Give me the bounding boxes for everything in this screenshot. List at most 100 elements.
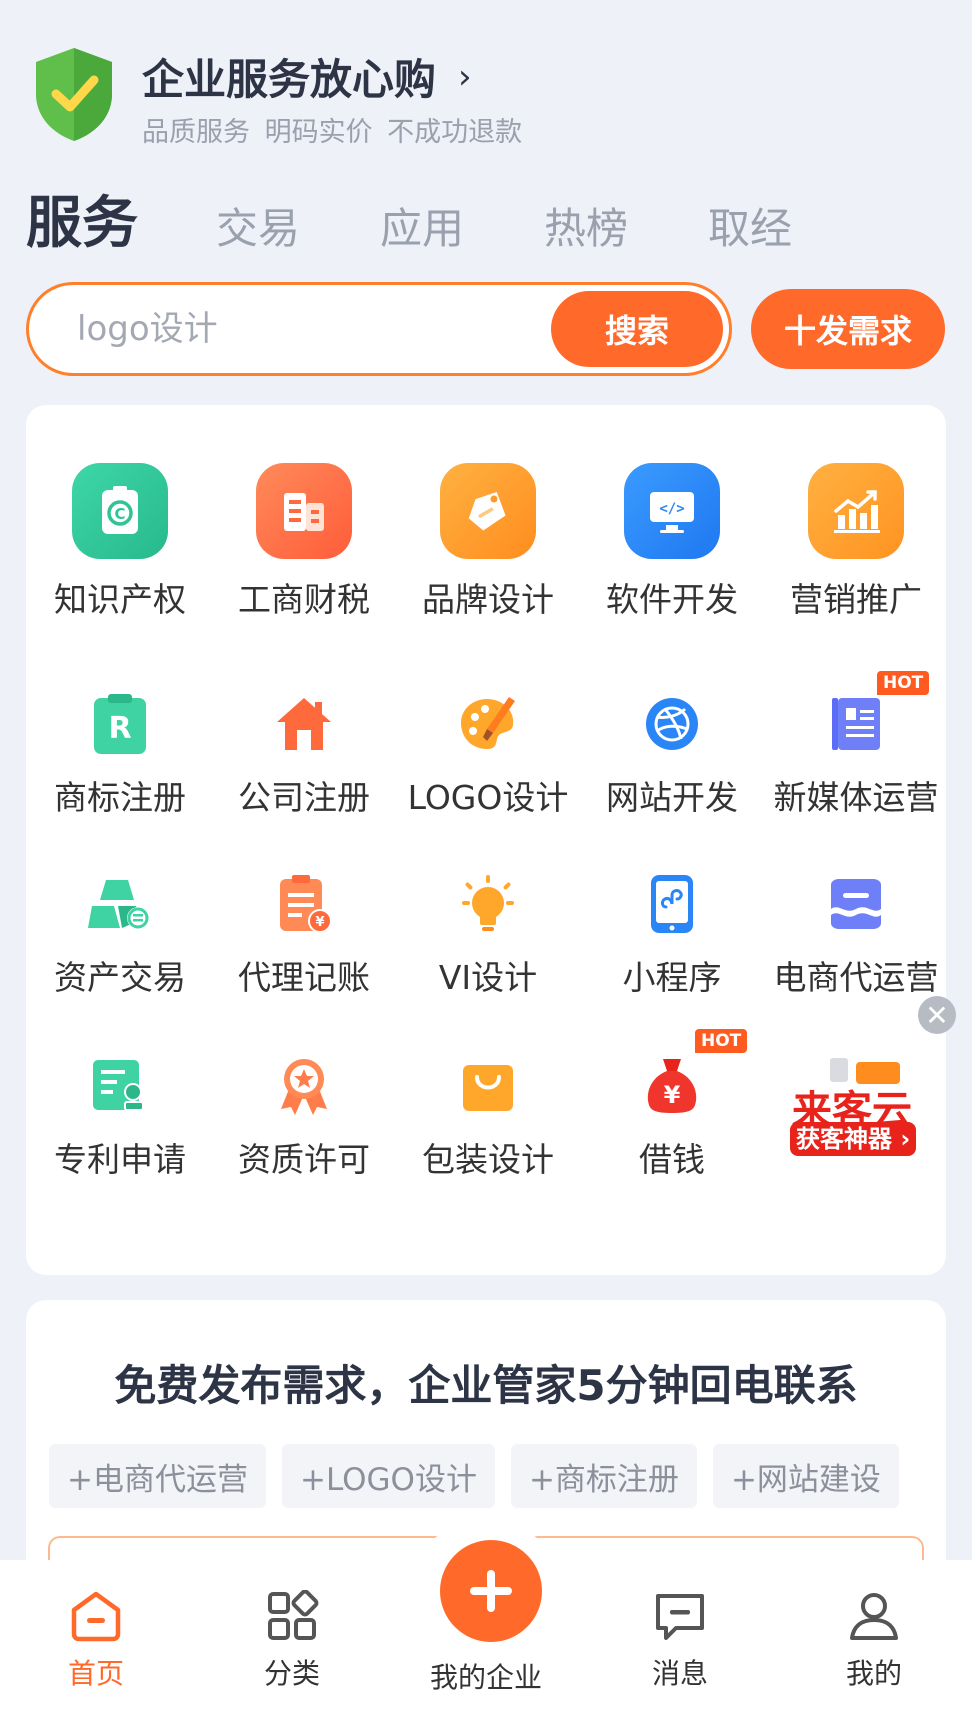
nav-home[interactable]: 首页 xyxy=(16,1590,176,1692)
tab-apps[interactable]: 应用 xyxy=(380,202,464,256)
invoice-icon: ¥ xyxy=(269,869,339,939)
chip-ecommerce-ops[interactable]: +电商代运营 xyxy=(49,1444,266,1508)
award-ribbon-icon xyxy=(269,1051,339,1121)
service-label: VI设计 xyxy=(438,958,538,997)
gold-bar-icon xyxy=(85,869,155,939)
chip-logo-design[interactable]: +LOGO设计 xyxy=(281,1444,495,1508)
header-subtitle: 品质服务 明码实价 不成功退款 xyxy=(142,117,523,148)
service-marketing[interactable]: 营销推广 xyxy=(764,463,948,621)
shop-icon xyxy=(821,869,891,939)
service-mini-program[interactable]: 小程序 xyxy=(580,869,764,999)
service-qualification-license[interactable]: 资质许可 xyxy=(212,1051,396,1181)
mini-program-phone-icon xyxy=(637,869,707,939)
nav-label: 首页 xyxy=(67,1657,124,1690)
trademark-clipboard-icon: R xyxy=(85,689,155,759)
service-logo-design[interactable]: LOGO设计 xyxy=(396,689,580,819)
arrow-right-circle-icon: › xyxy=(900,1125,911,1153)
service-label: 资产交易 xyxy=(54,958,186,997)
service-vi-design[interactable]: VI设计 xyxy=(396,869,580,999)
service-label: 工商财税 xyxy=(238,580,370,619)
service-label: 小程序 xyxy=(622,958,722,997)
close-promo-button[interactable]: ✕ xyxy=(918,996,956,1034)
user-icon xyxy=(850,1593,898,1640)
service-label: 新媒体运营 xyxy=(773,778,939,817)
chip-website-building[interactable]: +网站建设 xyxy=(712,1444,899,1508)
svg-text:¥: ¥ xyxy=(315,915,324,930)
message-bubble-icon xyxy=(656,1594,704,1640)
nav-messages[interactable]: 消息 xyxy=(600,1590,760,1692)
service-label: 品牌设计 xyxy=(422,580,554,619)
service-ip[interactable]: C 知识产权 xyxy=(28,463,212,621)
tab-service[interactable]: 服务 xyxy=(26,192,138,256)
service-ecommerce-ops[interactable]: 电商代运营 xyxy=(764,869,948,999)
copyright-icon: C xyxy=(72,463,168,559)
plus-icon xyxy=(470,1570,512,1612)
service-company-registration[interactable]: 公司注册 xyxy=(212,689,396,819)
svg-text:¥: ¥ xyxy=(664,1081,681,1109)
post-request-button[interactable]: 十发需求 xyxy=(751,289,945,369)
tab-hot-list[interactable]: 热榜 xyxy=(544,202,628,256)
hot-badge: HOT xyxy=(695,1029,748,1053)
search-button[interactable]: 搜索 xyxy=(551,291,723,367)
request-title: 免费发布需求，企业管家5分钟回电联系 xyxy=(114,1361,858,1410)
service-trademark-registration[interactable]: R 商标注册 xyxy=(28,689,212,819)
header-title-text: 企业服务放心购 xyxy=(142,55,437,104)
news-document-icon: HOT xyxy=(821,671,930,759)
shopping-bag-icon xyxy=(453,1051,523,1121)
growth-chart-icon xyxy=(808,463,904,559)
shield-check-icon xyxy=(36,48,112,141)
nav-profile[interactable]: 我的 xyxy=(794,1590,954,1692)
money-bag-icon: ¥ HOT xyxy=(637,1029,748,1121)
search-bar: 搜索 xyxy=(26,282,732,376)
nav-label: 我的 xyxy=(845,1657,902,1690)
service-asset-trade[interactable]: 资产交易 xyxy=(28,869,212,999)
tag-icon xyxy=(440,463,536,559)
service-label: 营销推广 xyxy=(790,580,922,619)
promo-tag: 获客神器 › xyxy=(790,1122,917,1156)
nav-my-company-button[interactable] xyxy=(440,1540,542,1642)
search-input[interactable] xyxy=(77,285,537,373)
service-label: 代理记账 xyxy=(238,958,370,997)
header-title[interactable]: 企业服务放心购 › xyxy=(142,46,472,107)
tab-trade[interactable]: 交易 xyxy=(216,202,300,256)
service-label: 公司注册 xyxy=(238,778,370,817)
code-monitor-icon: </> xyxy=(624,463,720,559)
service-bookkeeping[interactable]: ¥ 代理记账 xyxy=(212,869,396,999)
laikeyun-promo-banner[interactable]: 来客云 获客神器 › xyxy=(786,1052,946,1162)
service-packaging-design[interactable]: 包装设计 xyxy=(396,1051,580,1181)
tab-experience[interactable]: 取经 xyxy=(708,202,792,256)
header[interactable]: 企业服务放心购 › 品质服务 明码实价 不成功退款 xyxy=(30,40,930,150)
service-label: 知识产权 xyxy=(54,580,186,619)
service-label: 商标注册 xyxy=(54,778,186,817)
nav-category[interactable]: 分类 xyxy=(212,1589,372,1692)
home-icon xyxy=(71,1591,121,1642)
certificate-stamp-icon xyxy=(85,1051,155,1121)
category-grid-icon xyxy=(268,1589,319,1640)
svg-text:R: R xyxy=(108,711,131,746)
service-label: 电商代运营 xyxy=(773,958,939,997)
service-business-tax[interactable]: 工商财税 xyxy=(212,463,396,621)
house-icon xyxy=(269,689,339,759)
service-loan[interactable]: ¥ HOT 借钱 xyxy=(580,1029,764,1181)
svg-text:C: C xyxy=(114,505,125,523)
chip-trademark-registration[interactable]: +商标注册 xyxy=(510,1444,697,1508)
nav-label: 消息 xyxy=(651,1657,708,1690)
building-icon xyxy=(256,463,352,559)
service-label: 软件开发 xyxy=(606,580,738,619)
service-brand-design[interactable]: 品牌设计 xyxy=(396,463,580,621)
service-patent-application[interactable]: 专利申请 xyxy=(28,1051,212,1181)
service-label: 专利申请 xyxy=(54,1140,186,1179)
nav-label[interactable]: 我的企业 xyxy=(386,1656,586,1696)
dribbble-ball-icon xyxy=(637,689,707,759)
request-chips: +电商代运营 +LOGO设计 +商标注册 +网站建设 xyxy=(49,1444,915,1508)
promo-tag-text: 获客神器 xyxy=(796,1125,892,1153)
service-new-media[interactable]: HOT 新媒体运营 xyxy=(764,671,948,819)
service-software-dev[interactable]: </> 软件开发 xyxy=(580,463,764,621)
service-label: 包装设计 xyxy=(422,1140,554,1179)
svg-text:</>: </> xyxy=(659,501,684,517)
service-website-dev[interactable]: 网站开发 xyxy=(580,689,764,819)
top-tabs: 服务 交易 应用 热榜 取经 xyxy=(26,186,872,256)
palette-brush-icon xyxy=(453,689,523,759)
service-label: LOGO设计 xyxy=(407,778,569,817)
lightbulb-icon xyxy=(453,869,523,939)
